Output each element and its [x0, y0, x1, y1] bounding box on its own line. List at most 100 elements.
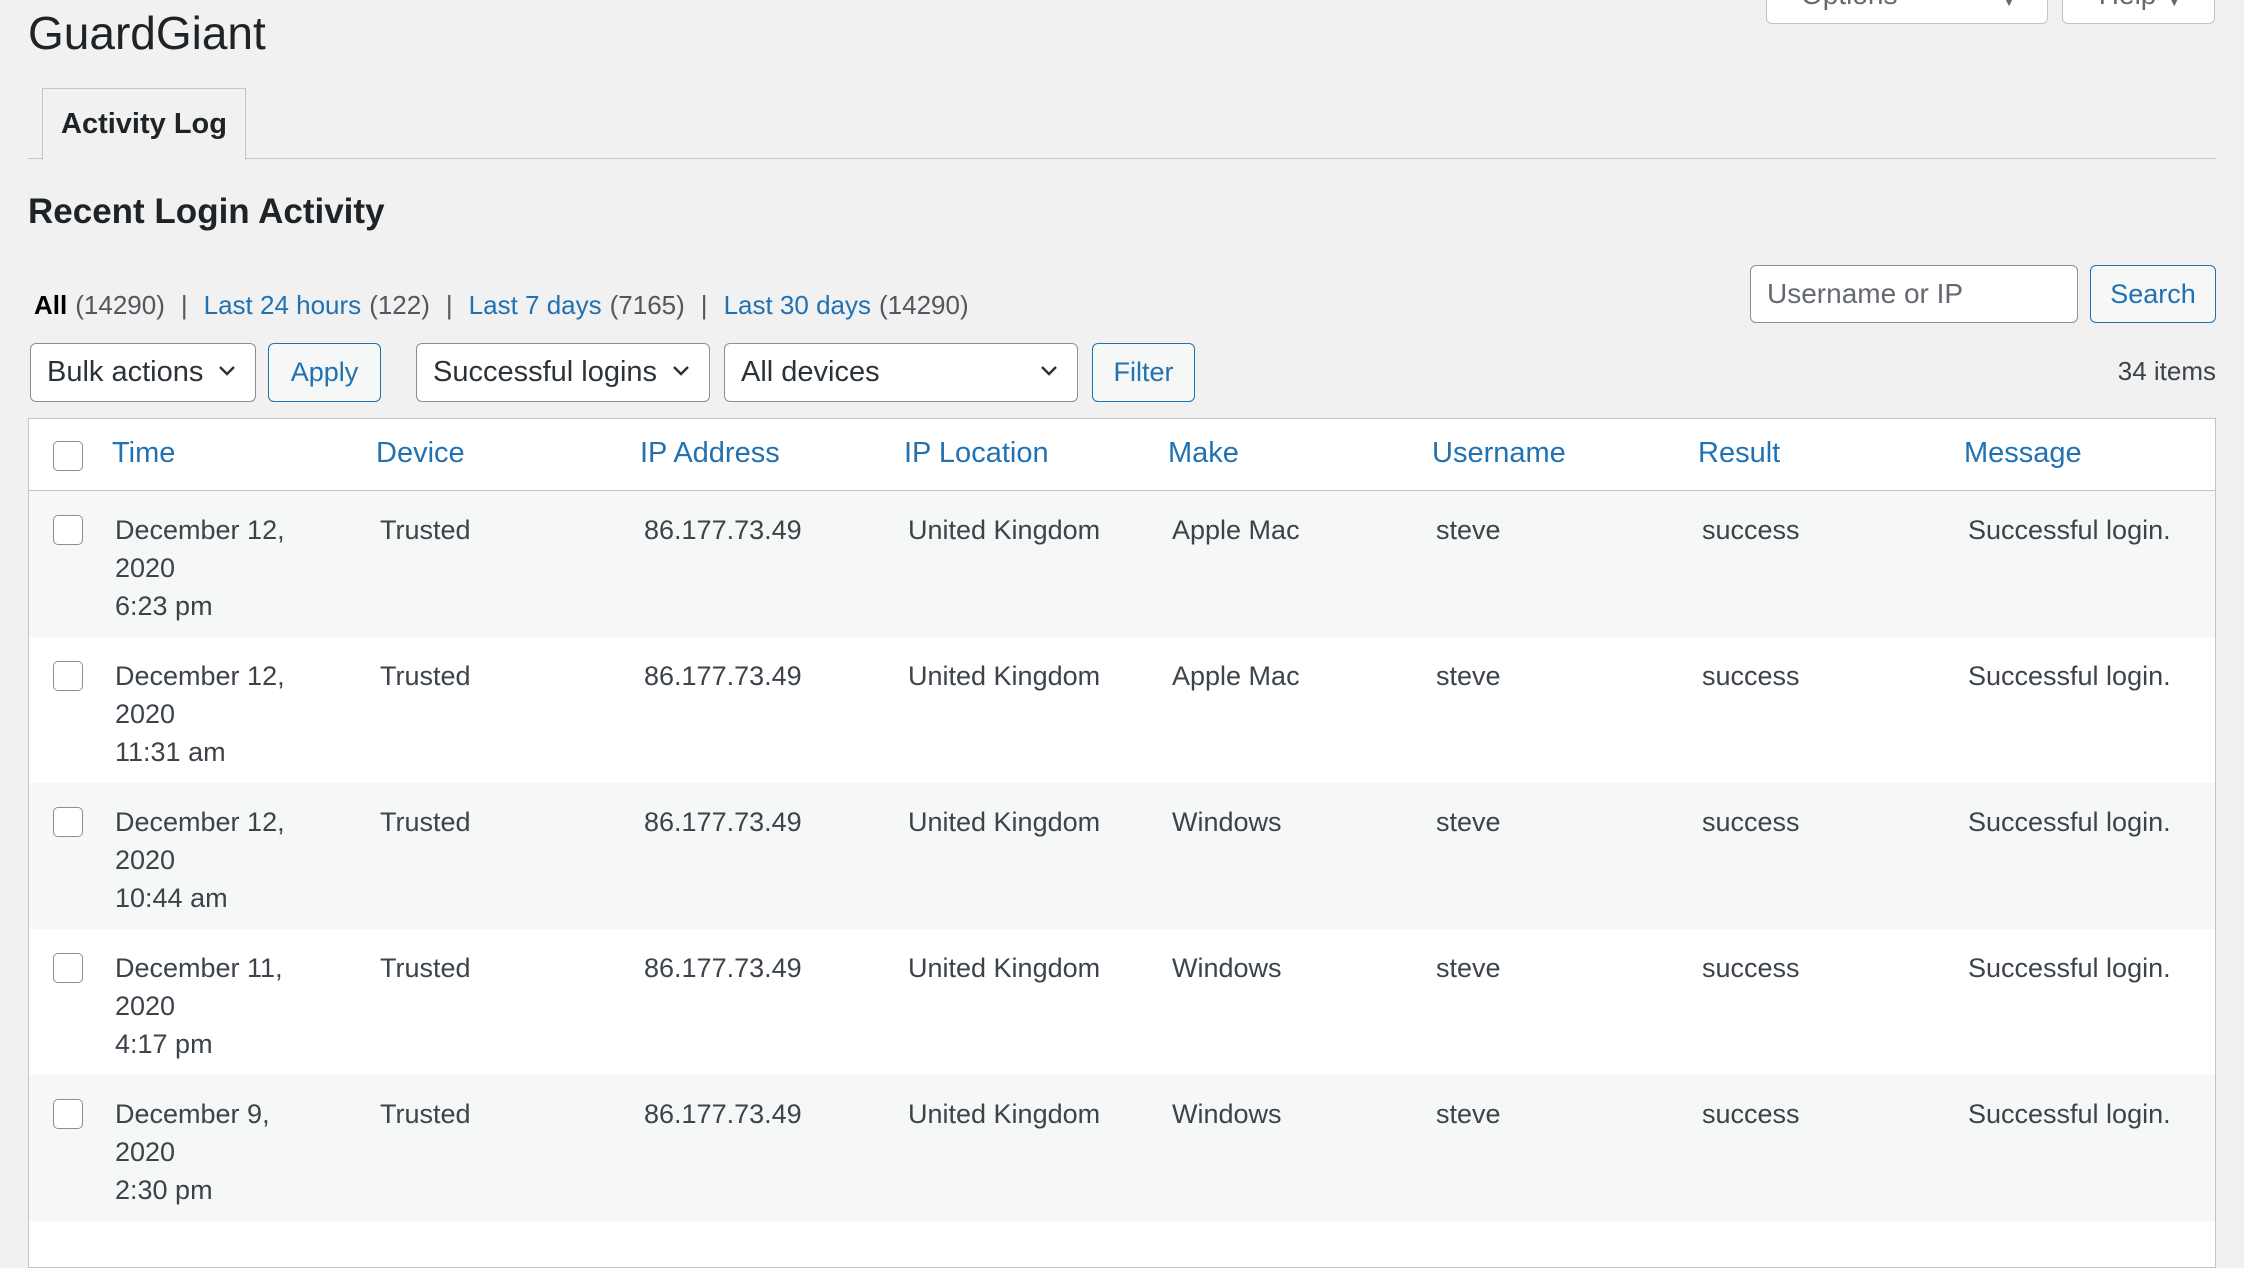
- activity-table: Time Device IP Address IP Location Make …: [28, 418, 2216, 1268]
- cell-make: Apple Mac: [1172, 515, 1300, 545]
- view-last-24-hours[interactable]: Last 24 hours: [204, 290, 362, 321]
- row-checkbox[interactable]: [53, 515, 83, 545]
- bulk-actions-select[interactable]: Bulk actions: [30, 343, 256, 402]
- column-header-device[interactable]: Device: [376, 437, 465, 470]
- cell-make: Windows: [1172, 1099, 1282, 1129]
- cell-message: Successful login.: [1968, 1099, 2171, 1129]
- screen-options-label: Screen Options: [1801, 0, 1991, 11]
- bulk-actions-value: Bulk actions: [47, 356, 204, 388]
- table-row: December 11, 2020 4:17 pm Trusted 86.177…: [29, 929, 2215, 1075]
- login-type-select[interactable]: Successful logins: [416, 343, 710, 402]
- cell-year: 2020: [115, 1137, 176, 1167]
- cell-ip-location: United Kingdom: [908, 661, 1101, 691]
- table-row: December 12, 2020 6:23 pm Trusted 86.177…: [29, 491, 2215, 637]
- cell-date: December 12,: [115, 661, 285, 691]
- view-last-30-days[interactable]: Last 30 days: [724, 290, 871, 321]
- cell-date: December 12,: [115, 807, 285, 837]
- cell-message: Successful login.: [1968, 807, 2171, 837]
- cell-username: steve: [1436, 953, 1501, 983]
- cell-ip-address: 86.177.73.49: [644, 661, 802, 691]
- row-checkbox[interactable]: [53, 953, 83, 983]
- cell-time: December 11, 2020 4:17 pm: [115, 949, 283, 1063]
- cell-username: steve: [1436, 807, 1501, 837]
- cell-ip-location: United Kingdom: [908, 515, 1101, 545]
- search-input[interactable]: [1750, 265, 2078, 323]
- cell-result: success: [1702, 953, 1800, 983]
- select-all-checkbox[interactable]: [53, 441, 83, 471]
- cell-year: 2020: [115, 699, 176, 729]
- page-title: GuardGiant: [28, 7, 266, 59]
- chevron-down-icon: [1041, 366, 1057, 376]
- search-button[interactable]: Search: [2090, 265, 2216, 323]
- column-header-username[interactable]: Username: [1432, 437, 1566, 470]
- chevron-down-icon: [219, 366, 235, 376]
- cell-clock: 11:31 am: [115, 737, 226, 767]
- separator: |: [445, 290, 453, 320]
- table-header: Time Device IP Address IP Location Make …: [29, 419, 2215, 491]
- view-last-30-days-count: (14290): [879, 290, 969, 320]
- cell-ip-location: United Kingdom: [908, 953, 1101, 983]
- cell-username: steve: [1436, 515, 1501, 545]
- filter-button[interactable]: Filter: [1092, 343, 1195, 402]
- cell-message: Successful login.: [1968, 515, 2171, 545]
- cell-year: 2020: [115, 553, 176, 583]
- separator: |: [700, 290, 708, 320]
- column-header-result[interactable]: Result: [1698, 437, 1780, 470]
- row-checkbox[interactable]: [53, 807, 83, 837]
- view-filters: All (14290) | Last 24 hours (122) | Last…: [34, 290, 969, 321]
- cell-message: Successful login.: [1968, 661, 2171, 691]
- cell-time: December 9, 2020 2:30 pm: [115, 1095, 270, 1209]
- cell-date: December 11,: [115, 953, 283, 983]
- column-header-ip-location[interactable]: IP Location: [904, 437, 1049, 470]
- cell-device: Trusted: [380, 1099, 471, 1129]
- device-type-value: All devices: [741, 356, 880, 388]
- column-header-make[interactable]: Make: [1168, 437, 1239, 470]
- view-last-7-days-count: (7165): [609, 290, 685, 320]
- cell-device: Trusted: [380, 807, 471, 837]
- cell-device: Trusted: [380, 515, 471, 545]
- table-row: December 12, 2020 10:44 am Trusted 86.17…: [29, 783, 2215, 929]
- apply-button[interactable]: Apply: [268, 343, 381, 402]
- cell-year: 2020: [115, 845, 176, 875]
- cell-ip-location: United Kingdom: [908, 807, 1101, 837]
- cell-result: success: [1702, 807, 1800, 837]
- items-count: 34 items: [2117, 356, 2216, 386]
- cell-username: steve: [1436, 661, 1501, 691]
- device-type-select[interactable]: All devices: [724, 343, 1078, 402]
- chevron-down-icon: [673, 366, 689, 376]
- cell-date: December 12,: [115, 515, 285, 545]
- screen-meta-links: Screen Options ▼ Help ▼: [1766, 0, 2215, 24]
- caret-down-icon: ▼: [2166, 0, 2183, 10]
- column-header-time[interactable]: Time: [112, 437, 175, 470]
- table-row: December 12, 2020 11:31 am Trusted 86.17…: [29, 637, 2215, 783]
- screen-options-button[interactable]: Screen Options ▼: [1766, 0, 2048, 24]
- cell-make: Windows: [1172, 953, 1282, 983]
- cell-year: 2020: [115, 991, 176, 1021]
- column-header-message[interactable]: Message: [1964, 437, 2082, 470]
- caret-down-icon: ▼: [2001, 0, 2017, 10]
- cell-ip-address: 86.177.73.49: [644, 807, 802, 837]
- cell-clock: 10:44 am: [115, 883, 228, 913]
- tab-divider: [28, 158, 2216, 159]
- cell-clock: 4:17 pm: [115, 1029, 213, 1059]
- row-checkbox[interactable]: [53, 1099, 83, 1129]
- cell-date: December 9,: [115, 1099, 270, 1129]
- view-all-count: (14290): [75, 290, 165, 320]
- cell-device: Trusted: [380, 661, 471, 691]
- view-all[interactable]: All: [34, 290, 67, 321]
- view-last-24-hours-count: (122): [369, 290, 430, 320]
- cell-ip-address: 86.177.73.49: [644, 953, 802, 983]
- column-header-ip-address[interactable]: IP Address: [640, 437, 780, 470]
- row-checkbox[interactable]: [53, 661, 83, 691]
- cell-message: Successful login.: [1968, 953, 2171, 983]
- tab-activity-log[interactable]: Activity Log: [42, 88, 246, 160]
- cell-clock: 6:23 pm: [115, 591, 213, 621]
- cell-ip-location: United Kingdom: [908, 1099, 1101, 1129]
- login-type-value: Successful logins: [433, 356, 658, 388]
- cell-result: success: [1702, 661, 1800, 691]
- cell-username: steve: [1436, 1099, 1501, 1129]
- cell-make: Windows: [1172, 807, 1282, 837]
- view-last-7-days[interactable]: Last 7 days: [469, 290, 602, 321]
- cell-time: December 12, 2020 6:23 pm: [115, 511, 285, 625]
- help-button[interactable]: Help ▼: [2062, 0, 2215, 24]
